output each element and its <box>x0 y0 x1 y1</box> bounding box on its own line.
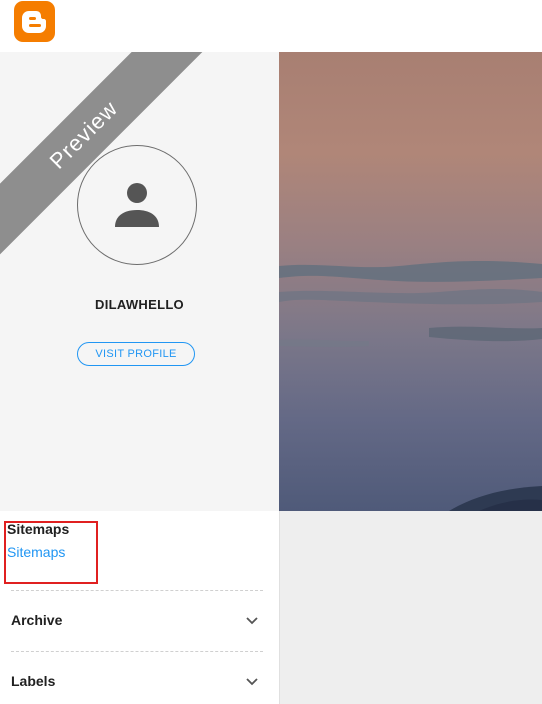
divider <box>11 651 263 652</box>
sidebar-widgets: Sitemaps Sitemaps Archive Labels <box>0 511 279 704</box>
top-bar <box>0 0 542 53</box>
divider <box>11 590 263 591</box>
profile-name: DILAWHELLO <box>95 297 184 312</box>
labels-section-toggle[interactable]: Labels <box>11 669 263 693</box>
person-icon <box>115 183 159 227</box>
blogger-logo-icon[interactable] <box>14 1 55 42</box>
visit-profile-button[interactable]: VISIT PROFILE <box>77 342 195 366</box>
hero-image <box>279 52 542 511</box>
chevron-down-icon <box>245 613 259 627</box>
profile-panel: Preview DILAWHELLO VISIT PROFILE <box>0 52 279 511</box>
archive-section-toggle[interactable]: Archive <box>11 608 263 632</box>
sitemaps-widget-title: Sitemaps <box>7 521 70 537</box>
archive-section-label: Archive <box>11 612 63 628</box>
avatar[interactable] <box>77 145 197 265</box>
sitemaps-link[interactable]: Sitemaps <box>7 544 65 560</box>
main-content-area <box>279 511 542 704</box>
labels-section-label: Labels <box>11 673 56 689</box>
chevron-down-icon <box>245 674 259 688</box>
